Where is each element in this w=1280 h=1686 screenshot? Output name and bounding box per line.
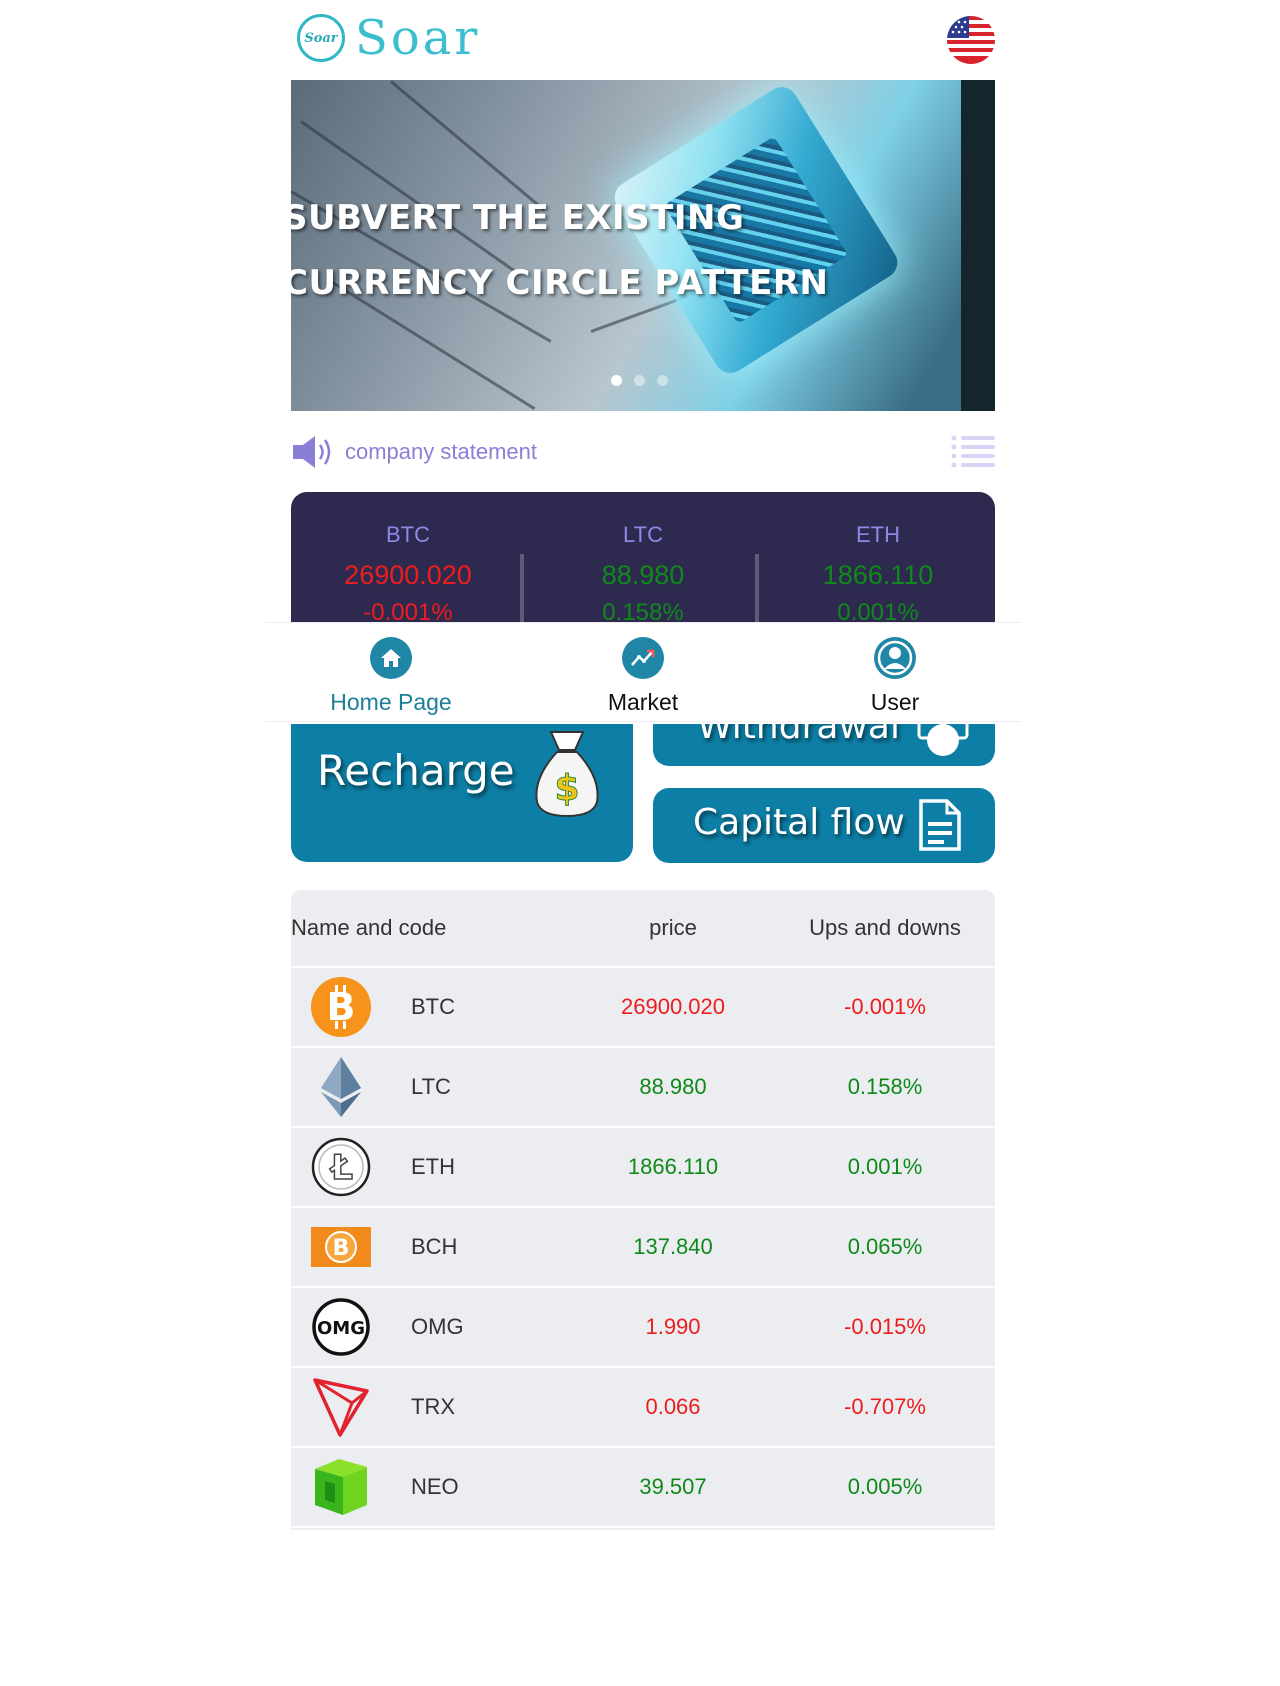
coin-change: 0.005%: [847, 1474, 923, 1499]
ticker-item[interactable]: LTC 88.980 0.158%: [526, 522, 760, 627]
money-bag-icon: $: [527, 728, 607, 825]
svg-text:B: B: [333, 1236, 350, 1261]
ticker-item[interactable]: ETH 1866.110 0.001%: [761, 522, 995, 627]
recharge-button[interactable]: Recharge $: [291, 724, 633, 862]
table-row[interactable]: B BCH 137.840 0.065%: [291, 1208, 995, 1288]
capital-flow-label: Capital flow: [693, 802, 905, 843]
ticker-name: LTC: [623, 522, 663, 547]
coin-price: 26900.020: [621, 994, 725, 1019]
column-header-name: Name and code: [291, 915, 447, 940]
coin-change: 0.065%: [847, 1234, 923, 1259]
coin-code: NEO: [411, 1474, 459, 1499]
ticker-name: ETH: [856, 522, 900, 547]
list-icon[interactable]: [951, 434, 995, 470]
table-row[interactable]: Ł ETH 1866.110 0.001%: [291, 1128, 995, 1208]
ticker-name: BTC: [386, 522, 430, 547]
carousel-dot[interactable]: [634, 375, 645, 386]
home-icon: [370, 637, 412, 679]
coin-change: 0.001%: [847, 1154, 923, 1179]
svg-text:B: B: [327, 985, 356, 1029]
logo[interactable]: Soar Soar: [297, 12, 480, 64]
ticker-price: 88.980: [601, 560, 685, 590]
bottom-nav: Home Page Market User: [265, 622, 1021, 722]
ticker-price: 26900.020: [344, 560, 472, 590]
omg-icon: OMG: [311, 1297, 371, 1357]
table-row[interactable]: LTC 88.980 0.158%: [291, 1048, 995, 1128]
coin-price: 1.990: [645, 1314, 701, 1339]
carousel-dots: [611, 375, 668, 386]
nav-market[interactable]: Market: [517, 623, 769, 721]
ticker-item[interactable]: BTC 26900.020 -0.001%: [291, 522, 525, 627]
notice-bar[interactable]: company statement: [291, 432, 995, 472]
column-header-price: price: [649, 915, 697, 940]
table-header: Name and code price Ups and downs: [291, 890, 995, 968]
coin-change: 0.158%: [847, 1074, 923, 1099]
nav-home[interactable]: Home Page: [265, 623, 517, 721]
table-row[interactable]: TRX 0.066 -0.707%: [291, 1368, 995, 1448]
ethereum-icon: [311, 1057, 371, 1117]
neo-icon: [311, 1457, 371, 1517]
coin-change: -0.015%: [844, 1314, 926, 1339]
chart-trend-icon: [622, 637, 664, 679]
coin-change: -0.001%: [844, 994, 926, 1019]
carousel-dot[interactable]: [611, 375, 622, 386]
coin-price: 1866.110: [627, 1154, 719, 1179]
litecoin-icon: Ł: [311, 1137, 371, 1197]
coin-price: 0.066: [645, 1394, 701, 1419]
withdrawal-button[interactable]: Withdrawal $: [653, 724, 995, 766]
table-row[interactable]: OMG OMG 1.990 -0.015%: [291, 1288, 995, 1368]
coin-change: -0.707%: [844, 1394, 926, 1419]
document-icon: [915, 798, 965, 857]
nav-user-label: User: [870, 689, 920, 715]
bitcoin-cash-icon: B: [311, 1217, 371, 1277]
us-flag-icon[interactable]: [947, 16, 995, 64]
coin-code: LTC: [411, 1074, 451, 1099]
speaker-icon: [291, 433, 337, 471]
header: Soar Soar: [291, 8, 995, 76]
logo-badge: Soar: [297, 14, 345, 62]
logo-text: Soar: [355, 10, 481, 66]
withdrawal-label: Withdrawal: [697, 724, 900, 747]
recharge-label: Recharge: [317, 746, 515, 795]
coin-code: BTC: [411, 994, 455, 1019]
coin-code: BCH: [411, 1234, 458, 1259]
promo-banner[interactable]: SUBVERT THE EXISTING CURRENCY CIRCLE PAT…: [291, 80, 995, 411]
tron-icon: [311, 1377, 371, 1437]
table-row[interactable]: NEO 39.507 0.005%: [291, 1448, 995, 1528]
user-icon: [874, 637, 916, 679]
banner-headline-1: SUBVERT THE EXISTING: [291, 198, 745, 238]
notice-text: company statement: [345, 439, 537, 464]
coin-price: 137.840: [633, 1234, 713, 1259]
nav-home-label: Home Page: [330, 689, 452, 715]
svg-text:OMG: OMG: [317, 1318, 365, 1339]
coin-price: 39.507: [639, 1474, 707, 1499]
coin-code: ETH: [411, 1154, 455, 1179]
wallet-icon: $: [915, 724, 971, 766]
table-row[interactable]: B BTC 26900.020 -0.001%: [291, 968, 995, 1048]
coin-code: OMG: [411, 1314, 464, 1339]
svg-text:$: $: [554, 768, 579, 809]
svg-text:Ł: Ł: [329, 1148, 353, 1188]
market-table: Name and code price Ups and downs B BTC …: [291, 890, 995, 1530]
coin-price: 88.980: [639, 1074, 707, 1099]
capital-flow-button[interactable]: Capital flow: [653, 788, 995, 863]
ticker-price: 1866.110: [822, 560, 934, 590]
carousel-dot[interactable]: [657, 375, 668, 386]
nav-market-label: Market: [607, 689, 679, 715]
coin-code: TRX: [411, 1394, 455, 1419]
banner-headline-2: CURRENCY CIRCLE PATTERN: [291, 263, 829, 303]
bitcoin-icon: B: [311, 977, 371, 1037]
column-header-change: Ups and downs: [809, 915, 961, 940]
nav-user[interactable]: User: [769, 623, 1021, 721]
